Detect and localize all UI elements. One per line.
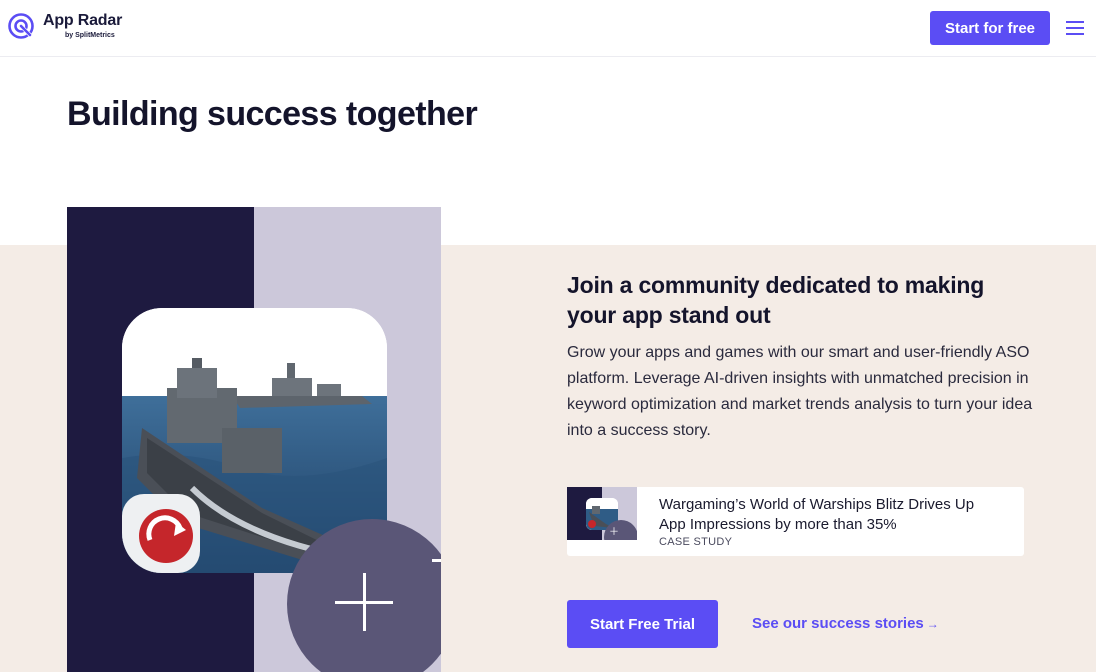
logo-name: App Radar: [43, 12, 123, 29]
start-free-trial-button[interactable]: Start Free Trial: [567, 600, 718, 648]
section-heading: Join a community dedicated to making you…: [567, 272, 985, 328]
hamburger-icon[interactable]: [1066, 21, 1084, 35]
site-header: App Radar by SplitMetrics Start for free: [0, 0, 1096, 57]
case-study-tag: CASE STUDY: [659, 536, 733, 548]
logo-byline: by SplitMetrics: [65, 32, 115, 39]
case-study-thumbnail: ＋: [567, 487, 637, 540]
start-for-free-button[interactable]: Start for free: [930, 11, 1050, 45]
see-success-stories-link[interactable]: See our success stories →: [752, 615, 939, 632]
radar-logo-icon: [8, 13, 34, 39]
app-radar-logo[interactable]: App Radar by SplitMetrics: [7, 12, 122, 40]
success-stories-label: See our success stories: [752, 615, 924, 632]
case-study-title: Wargaming’s World of Warships Blitz Driv…: [659, 496, 975, 533]
case-study-card[interactable]: ＋ Wargaming’s World of Warships Blitz Dr…: [567, 487, 1024, 556]
hero-illustration: [67, 207, 441, 672]
section-description: Grow your apps and games with our smart …: [567, 344, 1033, 439]
arrow-right-icon: →: [926, 617, 939, 631]
page-title: Building success together: [67, 95, 478, 133]
